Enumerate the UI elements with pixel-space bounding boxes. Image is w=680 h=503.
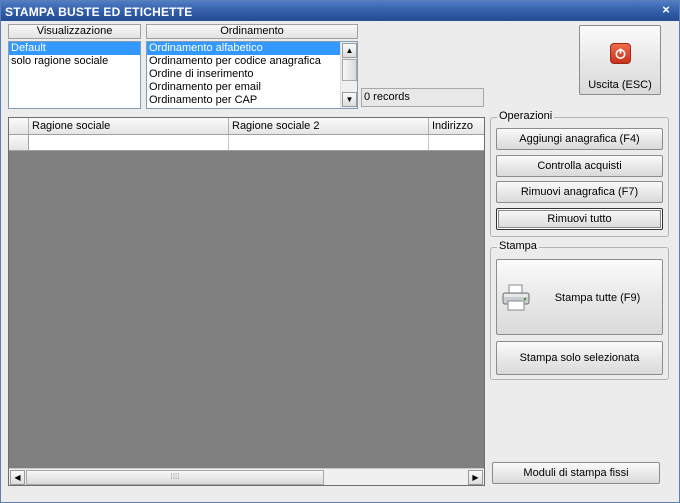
exit-button[interactable]: Uscita (ESC) [579,25,661,95]
controlla-acquisti-button[interactable]: Controlla acquisti [496,155,663,177]
column-header-ragione-sociale[interactable]: Ragione sociale [29,118,229,134]
records-count: 0 records [361,88,484,107]
ordinamento-header: Ordinamento [146,24,358,39]
operazioni-label: Operazioni [497,110,555,122]
window-title: STAMPA BUSTE ED ETICHETTE [5,5,193,19]
title-bar: STAMPA BUSTE ED ETICHETTE × [1,1,679,21]
row-header[interactable] [9,135,29,150]
scroll-up-icon[interactable]: ▲ [342,43,357,58]
column-header-ragione-sociale-2[interactable]: Ragione sociale 2 [229,118,429,134]
main-window: STAMPA BUSTE ED ETICHETTE × Visualizzazi… [0,0,680,503]
exit-button-label: Uscita (ESC) [588,79,652,91]
table-cell[interactable] [229,135,429,150]
aggiungi-anagrafica-button[interactable]: Aggiungi anagrafica (F4) [496,128,663,150]
list-item-ordine-inserimento[interactable]: Ordine di inserimento [147,68,357,81]
list-item-default[interactable]: Default [9,42,140,55]
list-item-ordinamento-email[interactable]: Ordinamento per email [147,81,357,94]
scroll-left-icon[interactable]: ◀ [10,470,25,485]
list-item-solo-ragione-sociale[interactable]: solo ragione sociale [9,55,140,68]
stampa-tutte-button[interactable]: Stampa tutte (F9) [496,259,663,335]
power-icon [610,43,631,64]
visualizzazione-header: Visualizzazione [8,24,141,39]
stampa-selezionata-button[interactable]: Stampa solo selezionata [496,341,663,375]
moduli-stampa-fissi-button[interactable]: Moduli di stampa fissi [492,462,660,484]
scroll-thumb[interactable] [342,59,357,81]
printer-icon [502,284,530,311]
list-item-ordinamento-cap[interactable]: Ordinamento per CAP [147,94,357,107]
rimuovi-tutto-button[interactable]: Rimuovi tutto [496,208,663,230]
scroll-thumb[interactable]: ⁞⁞⁞⁞ [26,470,324,485]
scroll-down-icon[interactable]: ▼ [342,92,357,107]
table-cell[interactable] [29,135,229,150]
close-icon[interactable]: × [659,3,673,17]
stampa-tutte-label: Stampa tutte (F9) [554,292,641,304]
stampa-label: Stampa [497,240,539,252]
list-item-ordinamento-codice[interactable]: Ordinamento per codice anagrafica [147,55,357,68]
visualizzazione-list[interactable]: Default solo ragione sociale [8,41,141,109]
table-row[interactable] [9,135,484,151]
table-cell[interactable] [429,135,484,150]
rimuovi-anagrafica-button[interactable]: Rimuovi anagrafica (F7) [496,181,663,203]
scroll-right-icon[interactable]: ▶ [468,470,483,485]
ordinamento-list[interactable]: Ordinamento alfabetico Ordinamento per c… [146,41,358,109]
column-header-indirizzo[interactable]: Indirizzo [429,118,484,134]
ordinamento-scrollbar[interactable]: ▲ ▼ [340,42,357,108]
list-item-ordinamento-alfabetico[interactable]: Ordinamento alfabetico [147,42,340,55]
grid-horizontal-scrollbar[interactable]: ◀ ⁞⁞⁞⁞ ▶ [9,468,484,485]
grid-header: Ragione sociale Ragione sociale 2 Indiri… [9,118,484,135]
grid-corner [9,118,29,134]
records-grid[interactable]: Ragione sociale Ragione sociale 2 Indiri… [8,117,485,486]
